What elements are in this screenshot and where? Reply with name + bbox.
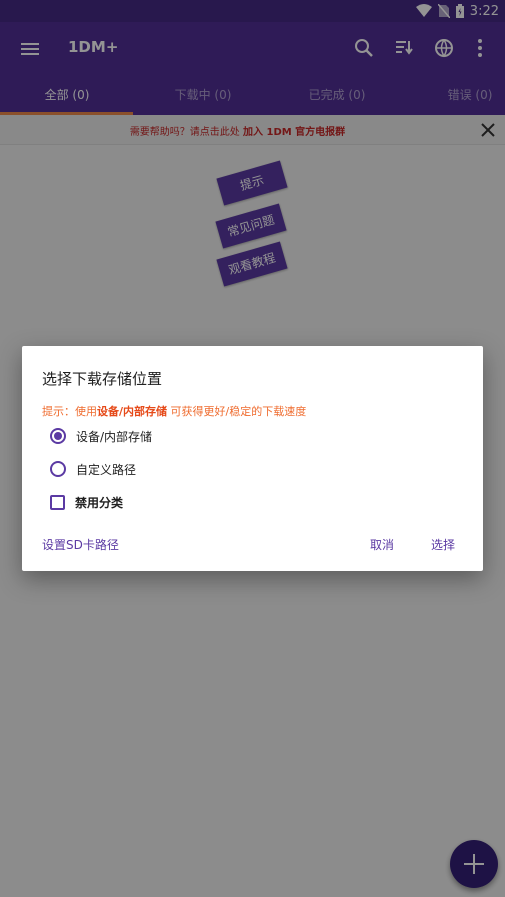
option-disable-category[interactable]: 禁用分类 bbox=[50, 492, 123, 512]
select-button[interactable]: 选择 bbox=[431, 536, 455, 553]
option-custom-path[interactable]: 自定义路径 bbox=[50, 459, 136, 479]
option-internal-storage[interactable]: 设备/内部存储 bbox=[50, 426, 152, 446]
option-disable-category-label: 禁用分类 bbox=[75, 495, 124, 510]
option-internal-storage-label: 设备/内部存储 bbox=[76, 429, 153, 444]
dialog-hint: 提示：使用设备/内部存储 可获得更好/稳定的下载速度 bbox=[42, 403, 306, 419]
cancel-button[interactable]: 取消 bbox=[370, 536, 394, 553]
checkbox-disable-category[interactable] bbox=[50, 494, 65, 510]
hint-suffix: 可获得更好/稳定的下载速度 bbox=[170, 405, 307, 418]
set-sd-path-button[interactable]: 设置SD卡路径 bbox=[42, 536, 119, 553]
option-custom-path-label: 自定义路径 bbox=[76, 462, 137, 477]
radio-internal-storage[interactable] bbox=[50, 428, 66, 444]
dialog-title: 选择下载存储位置 bbox=[42, 370, 163, 388]
storage-location-dialog: 选择下载存储位置 提示：使用设备/内部存储 可获得更好/稳定的下载速度 设备/内… bbox=[22, 346, 483, 571]
hint-prefix: 提示：使用 bbox=[42, 405, 97, 418]
radio-custom-path[interactable] bbox=[50, 461, 66, 477]
hint-strong: 设备/内部存储 bbox=[97, 405, 168, 418]
